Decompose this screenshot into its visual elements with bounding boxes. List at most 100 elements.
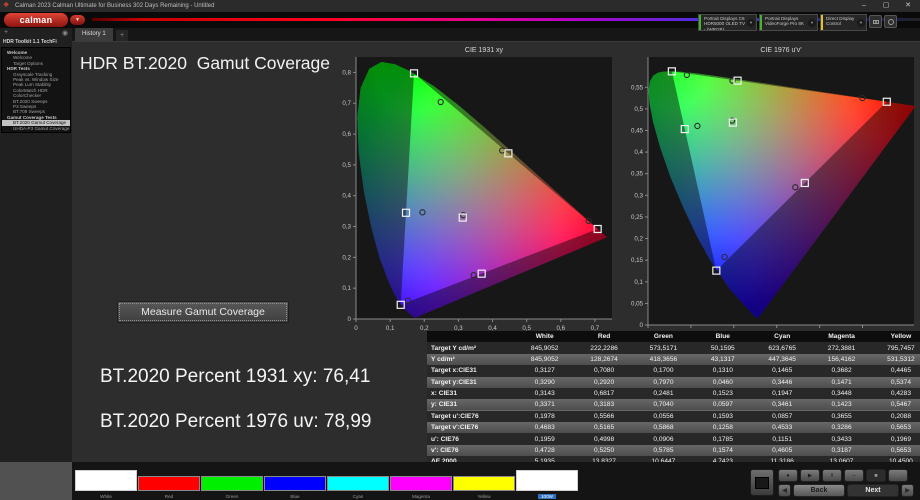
table-cell: 0,5250 [574, 445, 633, 456]
table-cell: 845,9052 [515, 342, 574, 353]
pattern-swatch-yellow[interactable]: Yellow [453, 470, 515, 500]
maximize-button[interactable]: ▢ [876, 0, 896, 12]
next-button[interactable]: Next [847, 484, 899, 497]
table-row: y: CIE310,33710,31830,70400,05970,34610,… [427, 399, 920, 410]
table-cell: 0,1700 [634, 365, 693, 376]
svg-text:0,15: 0,15 [631, 257, 644, 264]
pattern-swatch-cyan[interactable]: Cyan [327, 470, 389, 500]
table-cell: 0,3183 [574, 399, 633, 410]
swatch-color[interactable] [453, 476, 515, 491]
circle-icon [888, 19, 894, 25]
row-label: Target x:CIE31 [427, 365, 515, 376]
table-cell: 0,4533 [753, 422, 812, 433]
svg-text:0: 0 [354, 325, 358, 332]
display-control-select-button[interactable]: Direct Display Control▼ [820, 14, 867, 31]
table-cell: 0,0556 [634, 411, 693, 422]
table-cell: 0,3286 [812, 422, 871, 433]
swatch-label: Cyan [327, 494, 389, 499]
measure-gamut-coverage-button[interactable]: Measure Gamut Coverage [117, 301, 289, 323]
table-cell: 128,2674 [574, 354, 633, 365]
tab-history-1[interactable]: History 1 [75, 28, 113, 41]
table-cell: 0,5785 [634, 445, 693, 456]
table-cell: 0,1523 [693, 388, 752, 399]
swatch-color[interactable] [390, 476, 452, 491]
close-button[interactable]: ✕ [898, 0, 918, 12]
row-label: Target y:CIE31 [427, 377, 515, 388]
table-row: Y cd/m²845,9052128,2674418,365643,131744… [427, 354, 920, 365]
table-cell: 0,3448 [812, 388, 871, 399]
svg-text:0,3: 0,3 [342, 224, 351, 231]
dash-button[interactable]: – [844, 469, 864, 482]
status-stripe [699, 15, 701, 30]
sidebar-add-icon[interactable]: + [4, 29, 8, 36]
svg-text:0,45: 0,45 [631, 127, 644, 134]
column-header: Magenta [812, 331, 871, 342]
snapshot-button[interactable] [869, 15, 882, 28]
swatch-color[interactable] [75, 470, 137, 491]
sidebar-pin-icon[interactable]: ◉ [62, 29, 68, 37]
column-header: White [515, 331, 574, 342]
table-cell: 0,5165 [574, 422, 633, 433]
pause-button[interactable]: ‖ [822, 469, 842, 482]
row-label: v': CIE76 [427, 445, 515, 456]
play-button[interactable]: ▶ [800, 469, 820, 482]
table-cell: 0,4998 [574, 433, 633, 444]
app-icon: ❖ [3, 2, 9, 10]
table-row: u': CIE760,19590,49980,09060,17850,11510… [427, 433, 920, 444]
pattern-swatch-green[interactable]: Green [201, 470, 263, 500]
table-cell: 573,5171 [634, 342, 693, 353]
row-label: Y cd/m² [427, 354, 515, 365]
back-arrow-button[interactable]: ◀ [778, 484, 791, 497]
minimize-button[interactable]: – [854, 0, 874, 12]
table-cell: 0,1969 [871, 433, 920, 444]
source-select-button[interactable]: Portrait Displays VideoForge Pro 8K▼ [759, 14, 818, 31]
swatch-color[interactable] [327, 476, 389, 491]
sidebar-item-bt-2020-gamut-coverage[interactable]: BT.2020 Gamut Coverage [2, 120, 70, 125]
table-cell: 0,3461 [753, 399, 812, 410]
table-cell: 0,4605 [753, 445, 812, 456]
pattern-swatch-blue[interactable]: Blue [264, 470, 326, 500]
table-cell: 0,5868 [634, 422, 693, 433]
column-header [427, 331, 515, 342]
loop-button[interactable]: ○ [888, 469, 908, 482]
table-cell: 0,4728 [515, 445, 574, 456]
table-cell: 0,5467 [871, 399, 920, 410]
pattern-swatch-100w[interactable]: 100W [516, 470, 578, 500]
stop-button[interactable]: ■ [866, 469, 886, 482]
swatch-color[interactable] [201, 476, 263, 491]
swatch-color[interactable] [138, 476, 200, 491]
table-cell: 0,7970 [634, 377, 693, 388]
table-cell: 0,0906 [634, 433, 693, 444]
pattern-swatch-red[interactable]: Red [138, 470, 200, 500]
pattern-window-button[interactable] [750, 469, 774, 496]
next-arrow-button[interactable]: ▶ [901, 484, 914, 497]
workflow-title: HDR Toolkit 1.1 TechFi [3, 39, 57, 45]
table-cell: 222,2286 [574, 342, 633, 353]
table-cell: 0,5653 [871, 422, 920, 433]
record-button[interactable]: ● [778, 469, 798, 482]
table-cell: 0,3127 [515, 365, 574, 376]
table-cell: 0,1978 [515, 411, 574, 422]
back-button[interactable]: Back [793, 484, 845, 497]
pattern-swatch-white[interactable]: White [75, 470, 137, 500]
add-tab-button[interactable]: + [116, 30, 128, 41]
meter-select-button[interactable]: Portrait Displays C6 HDR5000 OLED TV - (… [698, 14, 757, 31]
table-cell: 43,1317 [693, 354, 752, 365]
svg-text:0,35: 0,35 [631, 171, 644, 178]
table-cell: 0,1785 [693, 433, 752, 444]
table-cell: 0,2088 [871, 411, 920, 422]
logo-dropdown-button[interactable]: ▼ [70, 15, 85, 25]
pattern-swatch-magenta[interactable]: Magenta [390, 470, 452, 500]
calman-logo-button[interactable]: calman [4, 13, 68, 27]
swatch-color[interactable] [264, 476, 326, 491]
swatch-label: Magenta [390, 494, 452, 499]
table-cell: 0,0857 [753, 411, 812, 422]
swatch-color[interactable] [516, 470, 578, 491]
sidebar-item-uhda-p3-gamut-coverage[interactable]: UHDA-P3 Gamut Coverage [2, 126, 70, 131]
table-cell: 623,6765 [753, 342, 812, 353]
svg-text:0,2: 0,2 [634, 236, 643, 243]
percent-1931-readout: BT.2020 Percent 1931 xy: 76,41 [100, 366, 370, 388]
table-cell: 0,3655 [812, 411, 871, 422]
session-button[interactable] [884, 15, 897, 28]
table-cell: 0,2920 [574, 377, 633, 388]
